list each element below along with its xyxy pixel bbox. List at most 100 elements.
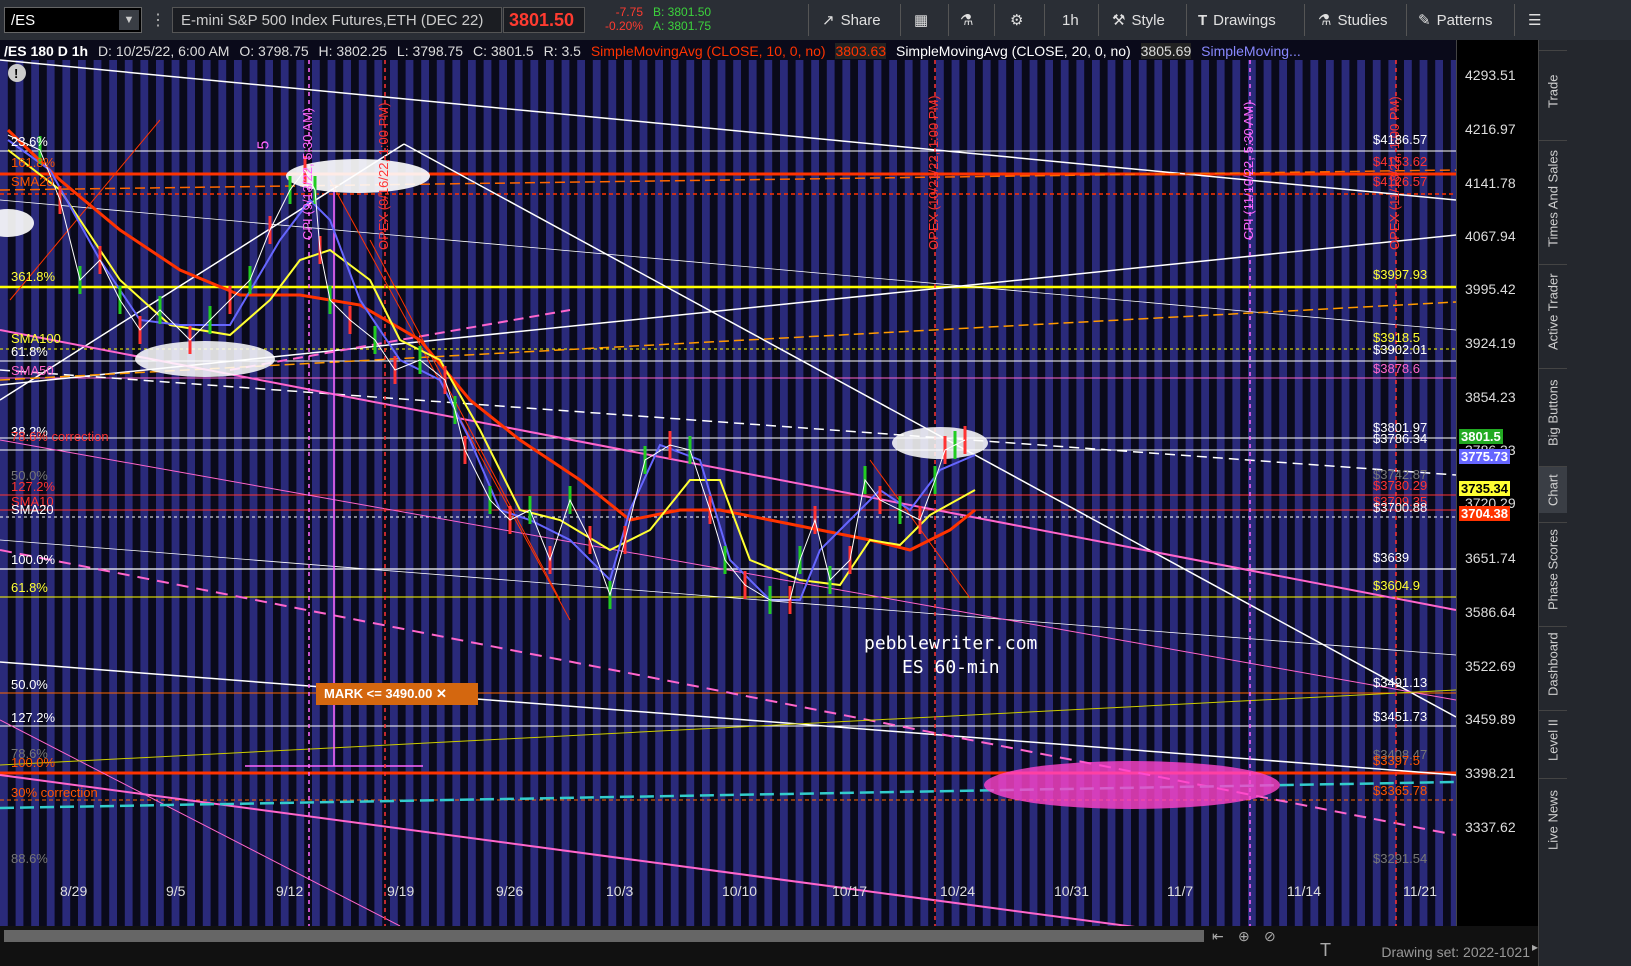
toolbar-separator xyxy=(1514,4,1515,36)
time-stripe xyxy=(826,60,835,926)
chart-canvas[interactable]: ! xyxy=(0,40,1456,926)
price-axis[interactable]: 4293.51 4216.97 4141.78 4067.94 3995.42 3924.… xyxy=(1456,40,1539,926)
text-tool-icon[interactable]: T xyxy=(1320,940,1331,961)
toolbar-separator xyxy=(1044,4,1045,36)
wave-label: 5 xyxy=(255,140,273,150)
gear-button[interactable]: ⚙ xyxy=(1010,7,1023,33)
time-stripe xyxy=(889,60,897,926)
symbol-input[interactable]: /ES ▼ xyxy=(4,7,142,33)
legend-sma10-value: 3803.63 xyxy=(835,43,887,59)
fib-label: 23.6% xyxy=(11,134,48,149)
time-axis-label: 11/7 xyxy=(1167,883,1194,899)
time-axis-label: 10/31 xyxy=(1054,883,1090,899)
studies-button[interactable]: ⚗ Studies xyxy=(1318,7,1388,33)
toolbar-separator xyxy=(1304,4,1305,36)
menu-button[interactable]: ☰ xyxy=(1528,7,1541,33)
time-stripe xyxy=(780,60,788,926)
fib-label: 127.2% xyxy=(11,710,56,725)
drawing-set-chevron-icon[interactable]: ▸ xyxy=(1532,940,1538,954)
alert-mark[interactable]: MARK <= 3490.00 ✕ xyxy=(316,683,478,705)
time-stripe xyxy=(234,60,242,926)
patterns-button[interactable]: ✎ Patterns xyxy=(1418,7,1492,33)
sidebar-tab[interactable]: Trade xyxy=(1539,50,1567,131)
toolbar-separator xyxy=(1406,4,1407,36)
gear-icon: ⚙ xyxy=(1010,12,1024,29)
flask-button[interactable]: ⚗ xyxy=(960,7,973,33)
price-axis-label: 3854.23 xyxy=(1465,389,1516,405)
fib-label: 61.8% xyxy=(11,344,48,359)
scrollbar-thumb[interactable] xyxy=(4,930,1204,942)
crosshair-icon[interactable]: ⊕ xyxy=(1238,928,1250,945)
price-axis-label: 4293.51 xyxy=(1465,67,1516,83)
bid-value: B: 3801.50 xyxy=(653,5,712,19)
legend-sma20: SimpleMovingAvg (CLOSE, 20, 0, no) xyxy=(895,43,1131,59)
price-pill: 3775.73 xyxy=(1459,449,1510,464)
level-label: $3878.6 xyxy=(1373,361,1420,376)
sidebar-tab[interactable]: Times And Sales xyxy=(1539,140,1567,255)
zoom-icon[interactable]: ⊘ xyxy=(1264,928,1276,945)
fib-label: SMA20 xyxy=(11,174,54,189)
timeframe-label: 1h xyxy=(1062,11,1079,29)
legend-low: L: 3798.75 xyxy=(396,43,464,59)
sidebar-tab[interactable]: Big Buttons xyxy=(1539,368,1567,457)
fib-label: 50.0% xyxy=(11,677,48,692)
legend-high: H: 3802.25 xyxy=(318,43,388,59)
settings-icon[interactable]: ⋮ xyxy=(150,10,166,30)
time-stripe xyxy=(109,60,117,926)
symbol-text: /ES xyxy=(11,12,36,29)
sidebar-tab[interactable]: Active Trader xyxy=(1539,264,1567,359)
level-label: $3639 xyxy=(1373,550,1410,565)
price-axis-label: 3995.42 xyxy=(1465,281,1516,297)
level-label: $3491.13 xyxy=(1373,675,1428,690)
drawings-button[interactable]: T Drawings xyxy=(1198,7,1276,33)
toolbar-separator xyxy=(1186,4,1187,36)
chevron-down-icon[interactable]: ▼ xyxy=(119,10,139,30)
level-label: $4126.57 xyxy=(1373,174,1428,189)
event-label: CPI (11/10/22, 5:30 AM) xyxy=(1241,101,1256,241)
chart-legend: /ES 180 D 1h D: 10/25/22, 6:00 AM O: 379… xyxy=(4,42,1307,60)
patterns-label: Patterns xyxy=(1436,11,1493,29)
scroll-left-icon[interactable]: ⇤ xyxy=(1212,928,1224,945)
time-axis-label: 11/14 xyxy=(1287,883,1321,899)
level-label: $3365.78 xyxy=(1373,783,1428,798)
price-axis-label: 3651.74 xyxy=(1465,550,1516,566)
sidebar-tab[interactable]: Dashboard xyxy=(1539,626,1567,701)
fib-label: 100.0% xyxy=(11,755,56,770)
bottom-bar: ⇤ ⊕ ⊘ T Drawing set: 2022-1021 ▸ xyxy=(0,926,1538,966)
watermark-site: pebblewriter.com xyxy=(864,633,1038,654)
price-axis-label: 3398.21 xyxy=(1465,765,1516,781)
fib-label: 30% correction xyxy=(11,785,98,800)
time-stripe xyxy=(811,60,819,926)
price-pill: 3735.34 xyxy=(1459,481,1510,496)
sidebar-tab[interactable]: Phase Scores xyxy=(1539,522,1567,617)
time-axis-label: 9/26 xyxy=(496,883,524,899)
level-label: $3997.93 xyxy=(1373,267,1428,282)
timeframe-button[interactable]: 1h xyxy=(1062,7,1079,33)
price-pill: 3801.5 xyxy=(1459,429,1503,444)
symbol-description: E-mini S&P 500 Index Futures,ETH (DEC 22… xyxy=(172,7,502,33)
chart-area[interactable]: ! /ES 180 D 1h D: 10/25/22, 6:00 AM O: 3… xyxy=(0,40,1539,926)
time-stripe xyxy=(748,60,757,926)
layout-button[interactable]: ▦ xyxy=(914,7,928,33)
price-axis-label: 3522.69 xyxy=(1465,658,1516,674)
sidebar-tab[interactable]: Chart xyxy=(1539,466,1567,513)
time-stripe xyxy=(1294,60,1303,926)
time-stripe xyxy=(218,60,227,926)
highlight-ellipse xyxy=(984,761,1280,809)
time-stripe xyxy=(982,60,991,926)
sidebar-tab[interactable]: Live News xyxy=(1539,778,1567,861)
time-stripe xyxy=(436,60,445,926)
fib-label: 127.2% xyxy=(11,479,56,494)
menu-icon: ☰ xyxy=(1528,12,1542,29)
legend-head: /ES 180 D 1h xyxy=(4,43,89,59)
sidebar-tab[interactable]: Level II xyxy=(1539,710,1567,769)
drawings-icon: T xyxy=(1198,11,1208,29)
highlight-ellipse xyxy=(135,341,275,377)
share-button[interactable]: ↗ Share xyxy=(822,7,881,33)
time-stripe xyxy=(1326,60,1334,926)
price-axis-label: 3337.62 xyxy=(1465,819,1516,835)
scrollbar[interactable] xyxy=(4,930,1204,942)
style-button[interactable]: ⚒ Style xyxy=(1112,7,1165,33)
event-label: CPI (9/13/22, 5:30 AM) xyxy=(300,107,315,240)
time-axis-label: 10/10 xyxy=(722,883,758,899)
